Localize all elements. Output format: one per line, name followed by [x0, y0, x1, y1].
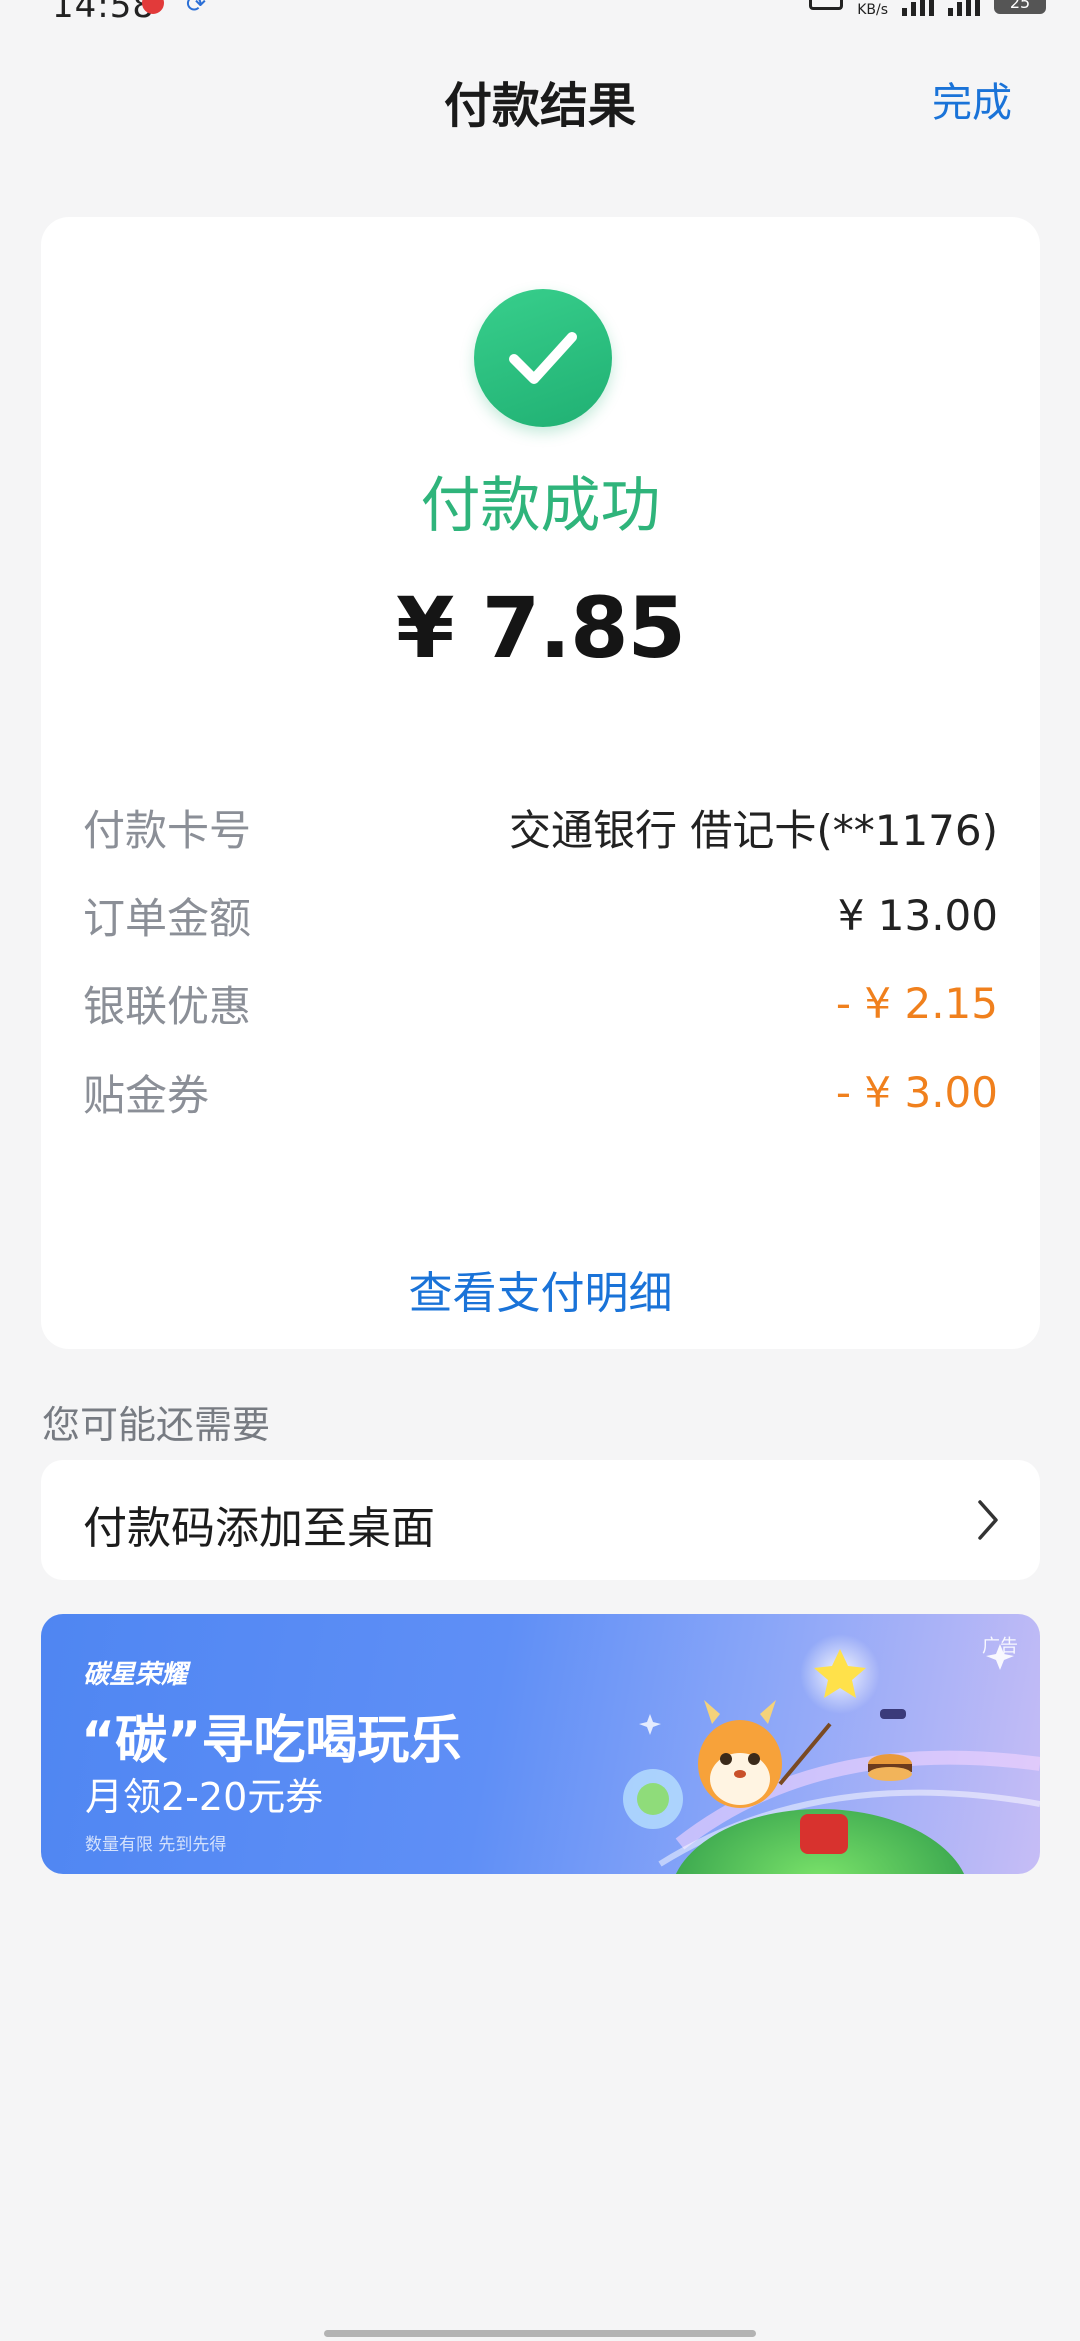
add-payment-code-to-desktop[interactable]: 付款码添加至桌面: [41, 1460, 1040, 1580]
network-speed: KB/s: [857, 2, 888, 18]
chevron-right-icon: [978, 1500, 998, 1540]
ad-headline: “碳”寻吃喝玩乐: [81, 1711, 462, 1771]
vibrate-icon: [809, 0, 844, 10]
ad-brand: 碳星荣耀: [83, 1660, 188, 1690]
detail-row-order-amount: 订单金额 ¥ 13.00: [83, 885, 998, 945]
payment-amount: ¥ 7.85: [396, 579, 686, 677]
battery-icon: 25: [994, 0, 1046, 14]
ad-banner[interactable]: 碳星荣耀 “碳”寻吃喝玩乐 月领2-20元券 数量有限 先到先得 广告: [41, 1614, 1040, 1874]
checkmark-success-icon: [474, 289, 612, 427]
detail-value: 交通银行 借记卡(**1176): [508, 805, 998, 855]
page-title: 付款结果: [443, 78, 636, 134]
payment-status-text: 付款成功: [420, 471, 661, 541]
view-payment-details-link[interactable]: 查看支付明细: [41, 1257, 1040, 1321]
detail-label: 贴金券: [83, 1070, 210, 1120]
signal-icon-2: [948, 0, 980, 16]
detail-label: 订单金额: [83, 893, 252, 943]
ad-illustration: [623, 1634, 1040, 1874]
status-bar: 14:58 ⟳ KB/s 25: [0, 0, 1080, 22]
payment-result-card: 付款成功 ¥ 7.85 付款卡号 交通银行 借记卡(**1176) 订单金额 ¥…: [41, 217, 1040, 1349]
done-button[interactable]: 完成: [932, 70, 1012, 128]
detail-row-voucher: 贴金券 - ¥ 3.00: [83, 1062, 998, 1122]
section-title: 您可能还需要: [42, 1403, 271, 1447]
status-icons: KB/s 25: [809, 0, 1046, 18]
detail-label: 付款卡号: [83, 805, 252, 855]
home-indicator[interactable]: [324, 2330, 756, 2337]
sync-icon: ⟳: [186, 0, 207, 18]
detail-value: - ¥ 2.15: [835, 978, 998, 1028]
signal-icon: [902, 0, 934, 16]
detail-value: ¥ 13.00: [837, 890, 998, 940]
shortcut-label: 付款码添加至桌面: [83, 1503, 435, 1554]
status-time: 14:58: [52, 0, 155, 22]
detail-row-card-number: 付款卡号 交通银行 借记卡(**1176): [83, 797, 998, 857]
detail-label: 银联优惠: [83, 981, 252, 1031]
detail-value: - ¥ 3.00: [835, 1067, 998, 1117]
ad-subheadline: 月领2-20元券: [85, 1775, 324, 1819]
ad-note: 数量有限 先到先得: [85, 1835, 227, 1855]
detail-row-unionpay-discount: 银联优惠 - ¥ 2.15: [83, 973, 998, 1033]
